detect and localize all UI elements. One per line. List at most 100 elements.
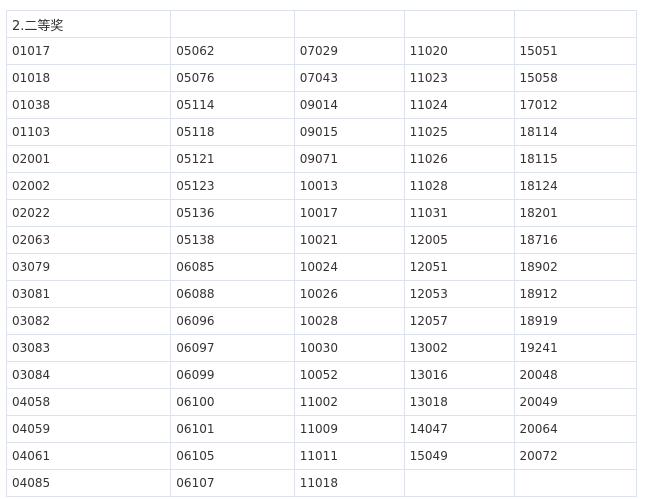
number-cell: 02022 <box>5 199 172 227</box>
table-row: 04085 06107 11018 <box>5 469 638 497</box>
number-cell: 10021 <box>293 226 405 254</box>
table-row: 02022 05136 10017 11031 18201 <box>5 199 638 227</box>
number-cell: 06105 <box>170 442 295 470</box>
number-cell: 10052 <box>293 361 405 389</box>
table-row: 02063 05138 10021 12005 18716 <box>5 226 638 254</box>
table-row: 01103 05118 09015 11025 18114 <box>5 118 638 146</box>
empty-cell <box>403 10 515 38</box>
number-cell: 10030 <box>293 334 405 362</box>
number-cell: 03084 <box>5 361 172 389</box>
empty-cell <box>170 10 295 38</box>
number-cell: 06107 <box>170 469 295 497</box>
number-cell: 06099 <box>170 361 295 389</box>
number-cell: 10024 <box>293 253 405 281</box>
empty-cell <box>513 10 638 38</box>
table-row: 04061 06105 11011 15049 20072 <box>5 442 638 470</box>
table-row: 01038 05114 09014 11024 17012 <box>5 91 638 119</box>
number-cell: 07043 <box>293 64 405 92</box>
number-cell: 05136 <box>170 199 295 227</box>
number-cell: 05118 <box>170 118 295 146</box>
number-cell: 06096 <box>170 307 295 335</box>
table-row: 03079 06085 10024 12051 18902 <box>5 253 638 281</box>
number-cell: 05076 <box>170 64 295 92</box>
number-cell: 04085 <box>5 469 172 497</box>
number-cell: 18124 <box>513 172 638 200</box>
number-cell: 06100 <box>170 388 295 416</box>
table-row: 03084 06099 10052 13016 20048 <box>5 361 638 389</box>
number-cell: 18919 <box>513 307 638 335</box>
number-cell: 03083 <box>5 334 172 362</box>
number-cell: 10017 <box>293 199 405 227</box>
number-cell: 12053 <box>403 280 515 308</box>
table-row: 03083 06097 10030 13002 19241 <box>5 334 638 362</box>
number-cell: 20049 <box>513 388 638 416</box>
number-cell: 01017 <box>5 37 172 65</box>
table-row: 01017 05062 07029 11020 15051 <box>5 37 638 65</box>
section-title: 2.二等奖 <box>5 10 172 38</box>
number-cell: 05123 <box>170 172 295 200</box>
number-cell: 04061 <box>5 442 172 470</box>
number-cell: 11011 <box>293 442 405 470</box>
number-cell: 11028 <box>403 172 515 200</box>
table-row: 02002 05123 10013 11028 18124 <box>5 172 638 200</box>
number-cell: 02001 <box>5 145 172 173</box>
number-cell: 11020 <box>403 37 515 65</box>
number-cell: 18902 <box>513 253 638 281</box>
number-cell: 03079 <box>5 253 172 281</box>
number-cell: 09015 <box>293 118 405 146</box>
number-cell: 15058 <box>513 64 638 92</box>
number-cell: 11009 <box>293 415 405 443</box>
number-cell: 09014 <box>293 91 405 119</box>
number-cell: 05121 <box>170 145 295 173</box>
empty-cell <box>403 469 515 497</box>
number-cell: 11023 <box>403 64 515 92</box>
table-row: 03081 06088 10026 12053 18912 <box>5 280 638 308</box>
number-cell: 15051 <box>513 37 638 65</box>
table-row: 02001 05121 09071 11026 18115 <box>5 145 638 173</box>
number-cell: 18115 <box>513 145 638 173</box>
number-cell: 19241 <box>513 334 638 362</box>
number-cell: 04058 <box>5 388 172 416</box>
number-cell: 18912 <box>513 280 638 308</box>
number-cell: 07029 <box>293 37 405 65</box>
table-row: 04059 06101 11009 14047 20064 <box>5 415 638 443</box>
number-cell: 15049 <box>403 442 515 470</box>
number-cell: 09071 <box>293 145 405 173</box>
prize-number-table: 2.二等奖 01017 05062 07029 11020 15051 01018 0507… <box>5 10 638 497</box>
empty-cell <box>293 10 405 38</box>
number-cell: 03082 <box>5 307 172 335</box>
number-cell: 05138 <box>170 226 295 254</box>
number-cell: 20072 <box>513 442 638 470</box>
number-cell: 01038 <box>5 91 172 119</box>
number-cell: 06097 <box>170 334 295 362</box>
number-cell: 11031 <box>403 199 515 227</box>
table-body: 2.二等奖 01017 05062 07029 11020 15051 01018 0507… <box>5 10 638 497</box>
number-cell: 11024 <box>403 91 515 119</box>
number-cell: 11018 <box>293 469 405 497</box>
number-cell: 01103 <box>5 118 172 146</box>
number-cell: 04059 <box>5 415 172 443</box>
number-cell: 18114 <box>513 118 638 146</box>
number-cell: 10026 <box>293 280 405 308</box>
number-cell: 02063 <box>5 226 172 254</box>
number-cell: 13016 <box>403 361 515 389</box>
number-cell: 20048 <box>513 361 638 389</box>
table-row: 01018 05076 07043 11023 15058 <box>5 64 638 92</box>
number-cell: 06088 <box>170 280 295 308</box>
number-cell: 06085 <box>170 253 295 281</box>
number-cell: 12057 <box>403 307 515 335</box>
number-cell: 06101 <box>170 415 295 443</box>
number-cell: 12005 <box>403 226 515 254</box>
number-cell: 11026 <box>403 145 515 173</box>
number-cell: 12051 <box>403 253 515 281</box>
empty-cell <box>513 469 638 497</box>
number-cell: 05114 <box>170 91 295 119</box>
table-row: 04058 06100 11002 13018 20049 <box>5 388 638 416</box>
number-cell: 14047 <box>403 415 515 443</box>
number-cell: 03081 <box>5 280 172 308</box>
number-cell: 11025 <box>403 118 515 146</box>
number-cell: 10013 <box>293 172 405 200</box>
number-cell: 13018 <box>403 388 515 416</box>
number-cell: 11002 <box>293 388 405 416</box>
number-cell: 13002 <box>403 334 515 362</box>
